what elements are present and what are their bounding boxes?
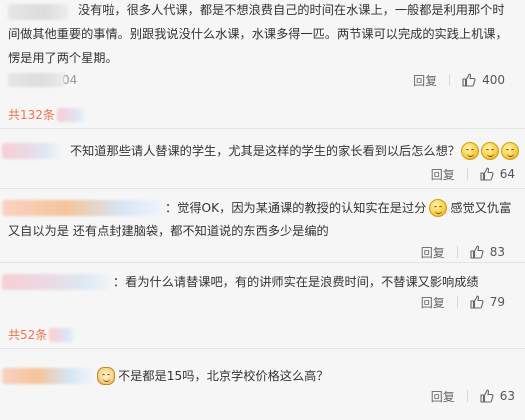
like-button[interactable]: 79 [470,295,505,309]
thumbs-up-icon [462,73,476,87]
comment-text: 不知道那些请人替课的学生，尤其是这样的学生的家长看到以后怎么想？ [70,140,520,162]
comment-text: 没有啦，很多人代课，都是不想浪费自己的时间在水课上，一般都是利用那个时 [78,0,518,21]
like-button[interactable]: 400 [462,73,505,87]
comment-text-body: 不知道那些请人替课的学生，尤其是这样的学生的家长看到以后怎么想？ [70,144,460,158]
like-count: 63 [499,389,515,403]
thumbs-up-icon [480,389,494,403]
comment-text-line: 愣是用了两个星期。 [8,51,118,65]
thumbs-up-icon [470,245,484,259]
comment-item-5: 不是都是15吗，北京学校价格这么高？ 回复 63 [0,348,525,420]
comment-text-line: 又自以为是 还有点封建脑袋，都不知道说的东西多少是编的 [8,224,329,238]
commenter-name-blurred[interactable] [8,4,68,20]
timestamp-blurred [8,73,64,87]
cat-emoji-icon [97,367,115,385]
more-replies-blurred [56,107,85,122]
reply-button[interactable]: 回复 [421,244,445,261]
comment-actions: 回复 79 [421,292,505,312]
smiley-emoji-icon [481,142,499,160]
action-divider [466,168,468,180]
commenter-name-blurred[interactable] [2,274,110,290]
like-count: 400 [482,73,505,87]
comment-text-line: 间做其他重要的事情。别跟我说没什么水课，水课多得一匹。两节课可以完成的实践上机课… [8,27,508,41]
more-replies-link[interactable]: 共52条 [8,326,76,343]
smiley-emoji-icon [501,142,519,160]
comment-text-body: ：觉得OK，因为某通课的教授的认知实在是过分 [165,201,427,215]
more-replies-blurred [49,327,76,342]
like-button[interactable]: 83 [470,245,505,259]
like-count: 64 [499,167,515,181]
action-divider [466,390,468,402]
comment-item-4: ：看为什么请替课吧，有的讲师实在是浪费时间，不替课又影响成绩 回复 79 [0,262,525,318]
comment-text: ：觉得OK，因为某通课的教授的认知实在是过分 感觉又仇富 [165,197,511,219]
comment-time: 04 [8,72,77,88]
commenter-name-blurred[interactable] [2,200,162,216]
timestamp-tail: 04 [62,73,78,87]
thumbs-up-icon [480,167,494,181]
comment-actions: 回复 64 [431,164,515,184]
reply-button[interactable]: 回复 [431,388,455,405]
comment-text-body: 感觉又仇富 [450,201,512,215]
reply-button[interactable]: 回复 [413,72,437,89]
reply-button[interactable]: 回复 [421,294,445,311]
comment-item-1: 没有啦，很多人代课，都是不想浪费自己的时间在水课上，一般都是利用那个时 间做其他… [0,0,525,95]
comment-text-line: 没有啦，很多人代课，都是不想浪费自己的时间在水课上，一般都是利用那个时 [78,3,505,17]
comment-text: ：看为什么请替课吧，有的讲师实在是浪费时间，不替课又影响成绩 [113,275,479,289]
action-divider [456,296,458,308]
like-button[interactable]: 63 [480,389,515,403]
commenter-name-blurred[interactable] [2,368,92,384]
comment-text-body: 不是都是15吗，北京学校价格这么高？ [118,369,329,383]
action-divider [449,74,451,86]
like-count: 83 [489,245,505,259]
commenter-name-blurred[interactable] [2,143,60,159]
comment-actions: 回复 83 [421,242,505,262]
action-divider [456,246,458,258]
smiley-emoji-icon [461,142,479,160]
more-replies-label: 共132条 [8,108,55,122]
like-button[interactable]: 64 [480,167,515,181]
comment-actions: 回复 63 [431,386,515,406]
comment-feed: 没有啦，很多人代课，都是不想浪费自己的时间在水课上，一般都是利用那个时 间做其他… [0,0,525,420]
comment-item-3: ：觉得OK，因为某通课的教授的认知实在是过分 感觉又仇富 又自以为是 还有点封建… [0,188,525,260]
comment-item-2: 不知道那些请人替课的学生，尤其是这样的学生的家长看到以后怎么想？ 回复 64 [0,128,525,188]
thumbs-up-icon [470,295,484,309]
reply-button[interactable]: 回复 [431,166,455,183]
more-replies-label: 共52条 [8,328,48,342]
like-count: 79 [489,295,505,309]
smiley-emoji-icon [429,199,448,217]
comment-text: 不是都是15吗，北京学校价格这么高？ [96,365,329,387]
more-replies-link[interactable]: 共132条 [8,106,85,123]
comment-actions: 回复 400 [413,70,505,90]
